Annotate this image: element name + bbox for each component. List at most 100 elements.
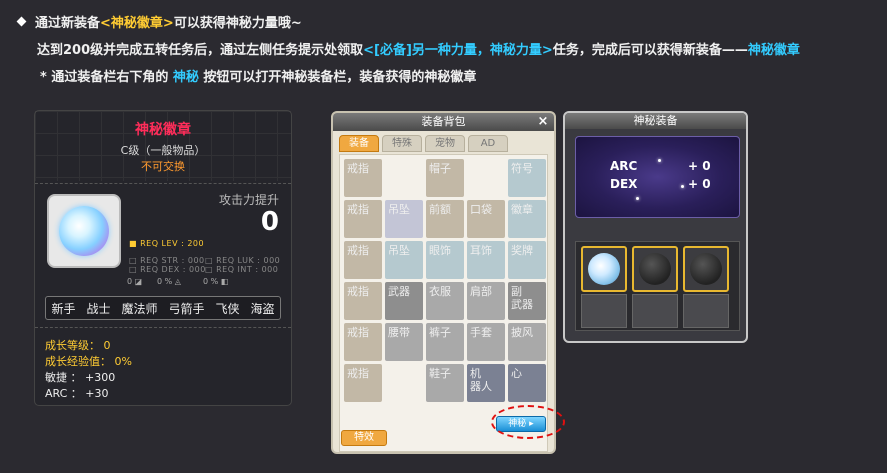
job-archer: 弓箭手 xyxy=(168,301,205,316)
job-magician: 魔法师 xyxy=(121,301,158,316)
attack-increase-value: 0 xyxy=(260,207,279,237)
mystic-slot-1[interactable] xyxy=(581,246,627,292)
divider xyxy=(35,183,291,184)
equip-slot[interactable]: 手套 xyxy=(467,323,505,361)
equip-slot[interactable]: 前额 xyxy=(426,200,464,238)
mystic-badge-icon xyxy=(588,253,620,285)
tab-special[interactable]: 特殊 xyxy=(382,135,422,152)
mystic-badge-icon xyxy=(59,206,109,256)
job-thief: 飞侠 xyxy=(215,301,240,316)
req-int: □ REQ INT : 000 xyxy=(205,265,279,274)
job-warrior: 战士 xyxy=(86,301,111,316)
intro-text: 达到200级并完成五转任务后，通过左侧任务提示处领取 xyxy=(37,43,364,58)
stat-icon-value: 0 % xyxy=(203,277,219,286)
stat-icon-3: 0 % ◧ xyxy=(203,277,229,286)
stat-agility: 敏捷 ： +300 xyxy=(45,371,116,384)
growth-exp: 成长经验值： 0% xyxy=(45,355,132,368)
stat-icon-value: 0 % xyxy=(157,277,173,286)
intro-text: * 通过装备栏右下角的 xyxy=(40,70,173,85)
equip-slot[interactable]: 戒指 xyxy=(344,200,382,238)
equip-slot[interactable]: 戒指 xyxy=(344,241,382,279)
equip-slot[interactable]: 衣服 xyxy=(426,282,464,320)
bag-title-text: 装备背包 xyxy=(421,115,466,128)
intro-text: 任务，完成后可以获得新装备—— xyxy=(552,43,748,58)
arc-value: + 0 xyxy=(688,159,711,173)
intro-line-1: 通过新装备<神秘徽章>可以获得神秘力量哦~ xyxy=(16,12,302,31)
equip-slot[interactable]: 武器 xyxy=(385,282,423,320)
item-icon-box xyxy=(47,194,121,268)
equip-slot[interactable]: 奖牌 xyxy=(508,241,546,279)
intro-text: 可以获得神秘力量哦~ xyxy=(173,16,302,31)
req-dex: □ REQ DEX : 000 xyxy=(129,265,206,274)
equip-slot[interactable]: 心 xyxy=(508,364,546,402)
equip-slot[interactable]: 吊坠 xyxy=(385,200,423,238)
req-str: □ REQ STR : 000 xyxy=(129,256,205,265)
bag-tabs: 装备 特殊 宠物 AD xyxy=(339,135,508,152)
equip-slot[interactable]: 肩部 xyxy=(467,282,505,320)
dex-label: DEX xyxy=(610,177,638,191)
equip-slot[interactable]: 戒指 xyxy=(344,282,382,320)
item-grade: C级（一般物品） xyxy=(120,144,206,157)
special-effect-button[interactable]: 特效 xyxy=(341,430,387,446)
growth-level: 成长等级： 0 xyxy=(45,339,111,352)
mystic-stat-box: ARC + 0 DEX + 0 xyxy=(575,136,740,218)
equip-slot[interactable]: 披风 xyxy=(508,323,546,361)
intro-text: 按钮可以打开神秘装备栏，装备获得的神秘徽章 xyxy=(198,70,477,85)
intro-line-2: 达到200级并完成五转任务后，通过左侧任务提示处领取<[必备]另一种力量，神秘力… xyxy=(37,39,800,58)
intro-line-3: * 通过装备栏右下角的 神秘 按钮可以打开神秘装备栏，装备获得的神秘徽章 xyxy=(40,66,476,85)
attack-increase-label: 攻击力提升 xyxy=(218,193,279,207)
mystic-title[interactable]: 神秘装备 xyxy=(565,113,746,129)
req-level: ■ REQ LEV : 200 xyxy=(129,239,205,248)
mystic-slot-lower xyxy=(581,294,627,328)
tab-equip[interactable]: 装备 xyxy=(339,135,379,152)
diamond-bullet-icon xyxy=(16,16,27,27)
tab-pet[interactable]: 宠物 xyxy=(425,135,465,152)
equip-slot[interactable]: 副 武器 xyxy=(508,282,546,320)
arc-label: ARC xyxy=(610,159,638,173)
sparkle-icon xyxy=(658,159,661,162)
button-name-highlight: 神秘 xyxy=(172,70,199,85)
item-name-highlight: 神秘徽章 xyxy=(747,43,800,58)
mystic-slot-lower xyxy=(632,294,678,328)
equip-slot[interactable]: 戒指 xyxy=(344,364,382,402)
equip-slot[interactable]: 鞋子 xyxy=(426,364,464,402)
equip-slot[interactable]: 帽子 xyxy=(426,159,464,197)
trade-status: 不可交换 xyxy=(141,160,185,173)
equip-slot[interactable]: 符号 xyxy=(508,159,546,197)
stat-icon-value: 0 xyxy=(127,277,133,286)
item-name-highlight: <神秘徽章> xyxy=(100,16,174,31)
item-tooltip: 神秘徽章 C级（一般物品） 不可交换 攻击力提升 0 ■ REQ LEV : 2… xyxy=(34,110,292,406)
stat-arc: ARC ： +30 xyxy=(45,387,109,400)
equip-slot[interactable]: 腰带 xyxy=(385,323,423,361)
dex-value: + 0 xyxy=(688,177,711,191)
empty-slot-icon xyxy=(690,253,722,285)
mystic-equip-window: 神秘装备 ARC + 0 DEX + 0 xyxy=(563,111,748,343)
close-button[interactable]: × xyxy=(536,115,550,129)
job-beginner: 新手 xyxy=(51,301,76,316)
empty-slot-icon xyxy=(639,253,671,285)
req-luk: □ REQ LUK : 000 xyxy=(205,256,281,265)
equip-slot[interactable]: 吊坠 xyxy=(385,241,423,279)
equip-slot[interactable]: 徽章 xyxy=(508,200,546,238)
divider xyxy=(35,327,291,328)
intro-text: 通过新装备 xyxy=(35,16,101,31)
equip-slot[interactable]: 口袋 xyxy=(467,200,505,238)
tab-ad[interactable]: AD xyxy=(468,135,508,152)
item-title: 神秘徽章 xyxy=(135,122,191,138)
equip-slot[interactable]: 耳饰 xyxy=(467,241,505,279)
highlight-circle xyxy=(491,405,565,439)
mystic-slot-3[interactable] xyxy=(683,246,729,292)
equip-slot[interactable]: 戒指 xyxy=(344,159,382,197)
stat-icon-1: 0 ◪ xyxy=(127,277,143,286)
equip-slot[interactable]: 眼饰 xyxy=(426,241,464,279)
sparkle-icon xyxy=(681,185,684,188)
equipment-bag-window: 装备背包 × 装备 特殊 宠物 AD 戒指 帽子 符号 戒指 吊坠 前额 口袋 徽章 戒指 吊坠眼… xyxy=(331,111,556,454)
equip-slot[interactable]: 裤子 xyxy=(426,323,464,361)
job-pirate: 海盗 xyxy=(250,301,275,316)
bag-title[interactable]: 装备背包 × xyxy=(333,113,554,131)
mystic-slot-2[interactable] xyxy=(632,246,678,292)
equip-slot[interactable]: 戒指 xyxy=(344,323,382,361)
job-list: 新手 战士 魔法师 弓箭手 飞侠 海盗 xyxy=(45,296,281,320)
equip-slot[interactable]: 机 器人 xyxy=(467,364,505,402)
mystic-slot-lower xyxy=(683,294,729,328)
